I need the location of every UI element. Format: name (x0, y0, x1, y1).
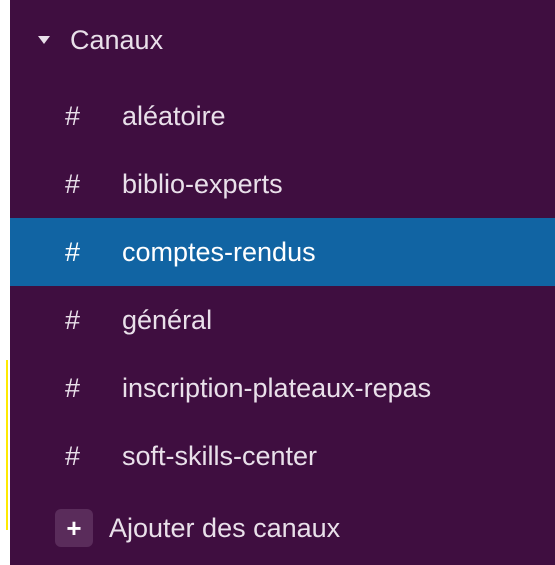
channel-item-comptes-rendus[interactable]: # comptes-rendus (10, 218, 555, 286)
add-channels-button[interactable]: + Ajouter des canaux (10, 494, 555, 562)
channel-item-inscription-plateaux-repas[interactable]: # inscription-plateaux-repas (10, 354, 555, 422)
hash-icon: # (65, 236, 81, 267)
highlight-indicator (0, 360, 8, 530)
hash-icon: # (65, 304, 81, 335)
section-title: Canaux (70, 24, 164, 55)
channel-label: soft-skills-center (122, 440, 318, 471)
hash-icon: # (65, 100, 81, 131)
channel-label: général (122, 304, 213, 335)
channels-section-header[interactable]: Canaux (10, 12, 555, 68)
hash-icon: # (65, 168, 81, 199)
channel-item-biblio-experts[interactable]: # biblio-experts (10, 150, 555, 218)
screenshot-frame: Canaux # aléatoire # biblio-experts # co… (0, 0, 555, 565)
channel-label: inscription-plateaux-repas (122, 372, 432, 403)
caret-down-icon[interactable] (38, 36, 50, 44)
channel-list: # aléatoire # biblio-experts # comptes-r… (10, 82, 555, 490)
channel-item-soft-skills-center[interactable]: # soft-skills-center (10, 422, 555, 490)
channel-label: biblio-experts (122, 168, 283, 199)
channel-label: comptes-rendus (122, 236, 316, 267)
add-channels-label: Ajouter des canaux (109, 512, 341, 543)
channel-item-aleatoire[interactable]: # aléatoire (10, 82, 555, 150)
hash-icon: # (65, 372, 81, 403)
channel-item-general[interactable]: # général (10, 286, 555, 354)
plus-icon[interactable]: + (55, 509, 93, 547)
channels-sidebar: Canaux # aléatoire # biblio-experts # co… (10, 0, 555, 565)
channel-label: aléatoire (122, 100, 226, 131)
hash-icon: # (65, 440, 81, 471)
plus-glyph: + (66, 513, 82, 543)
